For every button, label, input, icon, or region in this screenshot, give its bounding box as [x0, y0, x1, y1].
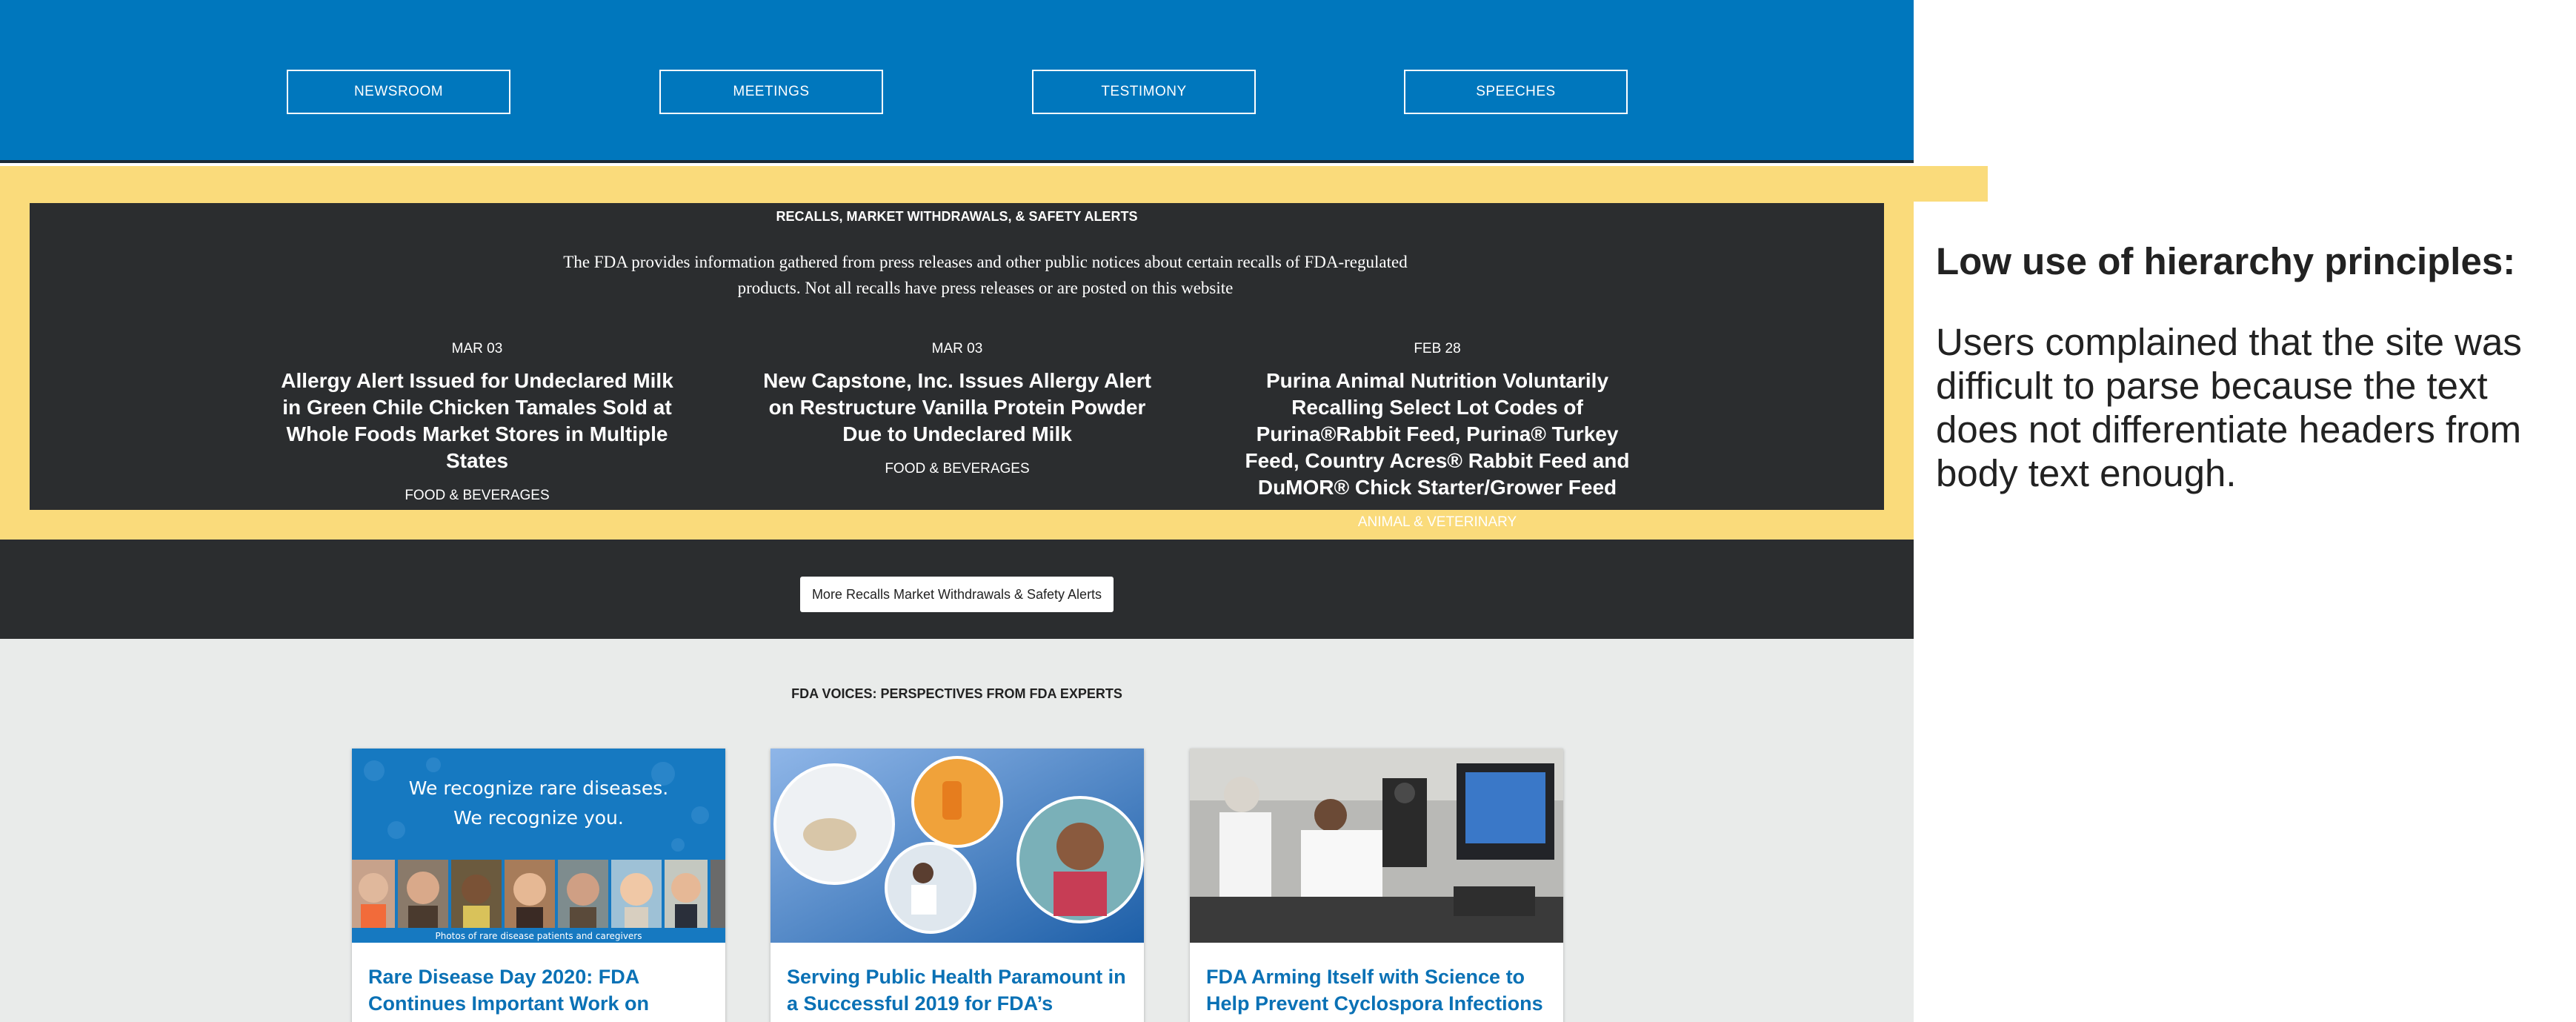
recall-date: FEB 28: [1414, 341, 1461, 356]
recall-title-link[interactable]: Purina Animal Nutrition Voluntarily Reca…: [1230, 368, 1645, 501]
testimony-button[interactable]: TESTIMONY: [1032, 70, 1256, 114]
recall-date: MAR 03: [451, 341, 503, 356]
recalls-description: The FDA provides information gathered fr…: [563, 253, 1408, 297]
voices-card[interactable]: FDA Arming Itself with Science to Help P…: [1190, 749, 1563, 1022]
annotation-heading: Low use of hierarchy principles:: [1936, 240, 2516, 282]
recall-category: FOOD & BEVERAGES: [885, 461, 1030, 477]
recall-title-link[interactable]: New Capstone, Inc. Issues Allergy Alert …: [750, 368, 1165, 448]
image-line-2: We recognize you.: [453, 807, 624, 829]
recall-item: MAR 03 New Capstone, Inc. Issues Allergy…: [750, 341, 1165, 477]
recall-title-link[interactable]: Allergy Alert Issued for Undeclared Milk…: [270, 368, 685, 474]
fda-voices-section: FDA VOICES: PERSPECTIVES FROM FDA EXPERT…: [0, 639, 1914, 1022]
recall-category: FOOD & BEVERAGES: [405, 488, 550, 503]
voices-card-title[interactable]: Serving Public Health Paramount in a Suc…: [787, 963, 1128, 1022]
more-recalls-bar: More Recalls Market Withdrawals & Safety…: [0, 540, 1914, 639]
voices-card[interactable]: We recognize rare diseases. We recognize…: [352, 749, 725, 1022]
speeches-button[interactable]: SPEECHES: [1404, 70, 1628, 114]
lab-scientists-image: [1190, 749, 1563, 943]
voices-card[interactable]: Serving Public Health Paramount in a Suc…: [771, 749, 1144, 1022]
recall-category: ANIMAL & VETERINARY: [1357, 514, 1517, 530]
recalls-heading: RECALLS, MARKET WITHDRAWALS, & SAFETY AL…: [776, 209, 1138, 224]
voices-card-title[interactable]: FDA Arming Itself with Science to Help P…: [1206, 963, 1547, 1017]
recall-date: MAR 03: [931, 341, 983, 356]
image-line-1: We recognize rare diseases.: [409, 777, 668, 799]
annotation-body: Users complained that the site was diffi…: [1936, 321, 2522, 494]
meetings-button[interactable]: MEETINGS: [659, 70, 883, 114]
generic-drugs-image: [771, 749, 1144, 943]
newsroom-nav-band: NEWSROOM MEETINGS TESTIMONY SPEECHES: [0, 0, 1914, 163]
recalls-section: RECALLS, MARKET WITHDRAWALS, & SAFETY AL…: [30, 203, 1884, 530]
image-caption: Photos of rare disease patients and care…: [435, 931, 642, 941]
fda-website-screenshot: NEWSROOM MEETINGS TESTIMONY SPEECHES REC…: [0, 0, 1914, 1022]
recall-item: MAR 03 Allergy Alert Issued for Undeclar…: [270, 341, 685, 504]
rare-disease-image: We recognize rare diseases. We recognize…: [352, 749, 725, 943]
highlight-connector: [1914, 166, 1988, 202]
more-recalls-button[interactable]: More Recalls Market Withdrawals & Safety…: [800, 577, 1114, 612]
highlight-frame: RECALLS, MARKET WITHDRAWALS, & SAFETY AL…: [0, 166, 1914, 540]
recall-item: FEB 28 Purina Animal Nutrition Voluntari…: [1230, 341, 1645, 531]
voices-card-title[interactable]: Rare Disease Day 2020: FDA Continues Imp…: [368, 963, 709, 1017]
annotation-panel: Low use of hierarchy principles: Users c…: [1936, 236, 2566, 495]
voices-heading: FDA VOICES: PERSPECTIVES FROM FDA EXPERT…: [791, 686, 1122, 701]
newsroom-button[interactable]: NEWSROOM: [287, 70, 510, 114]
